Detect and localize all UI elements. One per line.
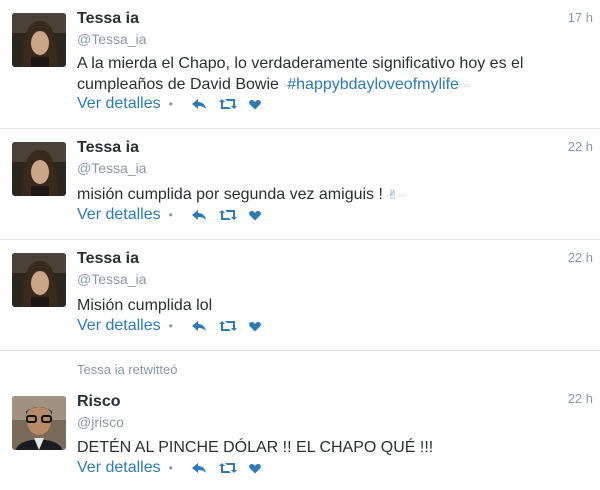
heart-icon[interactable] bbox=[248, 321, 261, 332]
author-handle[interactable]: @jrisco bbox=[77, 414, 124, 430]
view-details-link[interactable]: Ver detalles bbox=[77, 459, 161, 477]
tweet-text-segment: misión cumplida por segunda vez amiguis … bbox=[77, 186, 383, 203]
heart-icon[interactable] bbox=[248, 463, 261, 474]
avatar[interactable] bbox=[12, 13, 66, 67]
tweet-item[interactable]: Tessa ia @Tessa_ia 17 h A la mierda el C… bbox=[0, 0, 600, 129]
separator-dot: • bbox=[168, 461, 173, 475]
avatar[interactable] bbox=[12, 396, 66, 450]
tweet-item[interactable]: Tessa ia retwitteó Risco @jrisco 22 h DE… bbox=[0, 351, 600, 490]
heart-icon[interactable] bbox=[248, 210, 261, 221]
timestamp[interactable]: 22 h bbox=[568, 250, 593, 265]
avatar[interactable] bbox=[12, 253, 66, 307]
tweet-text: Misión cumplida lol bbox=[77, 297, 213, 314]
reply-icon[interactable] bbox=[191, 98, 207, 110]
tweet-timeline: Tessa ia @Tessa_ia 17 h A la mierda el C… bbox=[0, 0, 600, 490]
separator-dot: • bbox=[168, 97, 173, 111]
glyph-icon: ▫▫ bbox=[463, 80, 472, 92]
tweet-text: misión cumplida por segunda vez amiguis … bbox=[77, 184, 577, 207]
separator-dot: • bbox=[168, 319, 173, 333]
tweet-actions: Ver detalles • bbox=[77, 206, 261, 224]
timestamp[interactable]: 22 h bbox=[568, 139, 593, 154]
author-handle[interactable]: @Tessa_ia bbox=[77, 160, 146, 176]
author-handle[interactable]: @Tessa_ia bbox=[77, 271, 146, 287]
separator-dot: • bbox=[168, 208, 173, 222]
glyph-icon: ▫▫ bbox=[398, 190, 407, 202]
tweet-actions: Ver detalles • bbox=[77, 95, 261, 113]
tweet-actions: Ver detalles • bbox=[77, 459, 261, 477]
retweet-context[interactable]: Tessa ia retwitteó bbox=[77, 362, 177, 377]
tweet-text-segment: cumpleaños de David Bowie bbox=[77, 76, 279, 93]
retweet-icon[interactable] bbox=[218, 462, 237, 474]
view-details-link[interactable]: Ver detalles bbox=[77, 206, 161, 224]
view-details-link[interactable]: Ver detalles bbox=[77, 95, 161, 113]
tweet-item[interactable]: Tessa ia @Tessa_ia 22 h Misión cumplida … bbox=[0, 240, 600, 351]
heart-icon[interactable] bbox=[248, 99, 261, 110]
timestamp[interactable]: 22 h bbox=[568, 391, 593, 406]
author-name[interactable]: Tessa ia bbox=[77, 139, 139, 157]
tweet-actions: Ver detalles • bbox=[77, 317, 261, 335]
view-details-link[interactable]: Ver detalles bbox=[77, 317, 161, 335]
timestamp[interactable]: 17 h bbox=[568, 10, 593, 25]
author-handle[interactable]: @Tessa_ia bbox=[77, 31, 146, 47]
reply-icon[interactable] bbox=[191, 462, 207, 474]
retweet-icon[interactable] bbox=[218, 320, 237, 332]
tweet-text-line: A la mierda el Chapo, lo verdaderamente … bbox=[77, 55, 524, 72]
avatar[interactable] bbox=[12, 142, 66, 196]
author-name[interactable]: Tessa ia bbox=[77, 250, 139, 268]
emoji: ✌ bbox=[387, 187, 399, 202]
reply-icon[interactable] bbox=[191, 209, 207, 221]
tweet-item[interactable]: Tessa ia @Tessa_ia 22 h misión cumplida … bbox=[0, 129, 600, 240]
reply-icon[interactable] bbox=[191, 320, 207, 332]
author-name[interactable]: Risco bbox=[77, 393, 121, 411]
tweet-text: DETÉN AL PINCHE DÓLAR !! EL CHAPO QUÉ !!… bbox=[77, 439, 434, 456]
tweet-text: A la mierda el Chapo, lo verdaderamente … bbox=[77, 53, 577, 97]
tweet-text-line: cumpleaños de David Bowie ▫#happybdaylov… bbox=[77, 74, 577, 97]
retweet-icon[interactable] bbox=[218, 209, 237, 221]
author-name[interactable]: Tessa ia bbox=[77, 10, 139, 28]
hashtag-link[interactable]: #happybdayloveofmylife bbox=[287, 76, 459, 93]
retweet-icon[interactable] bbox=[218, 98, 237, 110]
